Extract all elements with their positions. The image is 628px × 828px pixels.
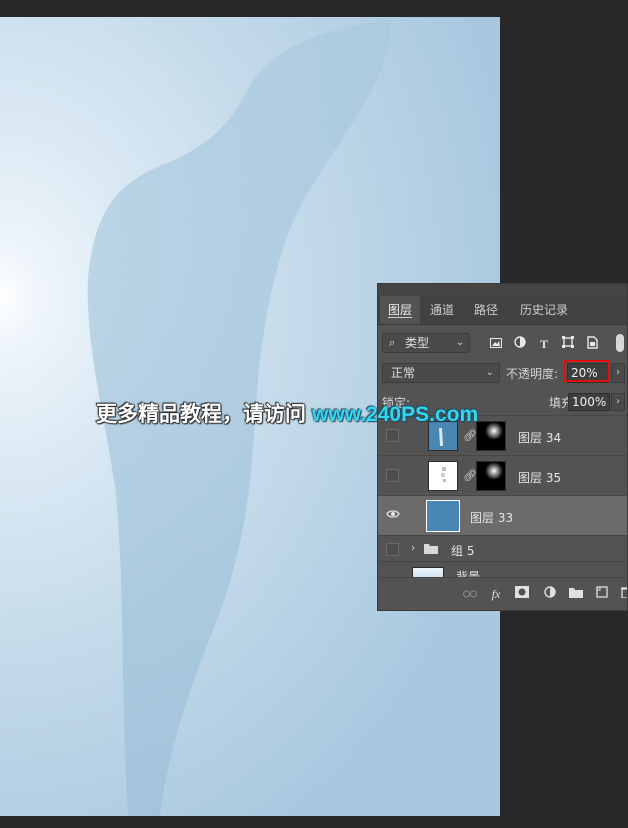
image-icon[interactable] [488,336,504,352]
layer-name: 图层 35 [518,471,562,485]
link-chain-icon[interactable]: 🔗︎ [463,469,477,483]
mask-icon[interactable] [514,586,530,602]
fx-icon[interactable]: fx [488,586,504,602]
search-icon: ⌕ [389,336,396,349]
layer-mask-thumbnail[interactable] [476,461,506,491]
panel-grip[interactable] [378,284,627,296]
layer-name: 图层 33 [470,511,514,525]
opacity-label: 不透明度: [506,367,559,381]
link-icon[interactable] [462,586,478,602]
adjustment-layer-icon[interactable] [542,586,558,602]
visibility-toggle[interactable] [386,543,399,556]
filter-type-label: 类型 [405,336,430,350]
tab-layers[interactable]: 图层 [380,296,420,324]
tab-layers-label: 图层 [387,303,412,318]
trash-icon[interactable] [618,586,627,602]
visibility-toggle[interactable] [386,469,399,482]
adjustment-icon[interactable] [512,336,528,352]
chevron-down-icon: ⌄ [455,337,464,348]
eye-icon[interactable] [386,509,400,523]
panel-footer: fx [378,577,627,610]
watermark: 更多精品教程，请访问 www.240PS.com [95,398,479,428]
chevron-down-icon: ⌄ [485,367,494,378]
fill-input[interactable]: 100% [568,393,610,411]
blend-mode-value: 正常 [391,366,416,380]
layers-panel: 图层 通道 路径 历史记录 ⌕ 类型 ⌄ T 正常 ⌄ 不透明度: 20% › … [377,283,628,611]
layer-row-group-5[interactable]: › 组 5 [378,535,627,561]
chevron-right-icon[interactable]: › [411,541,415,554]
layer-row-33[interactable]: 图层 33 [378,495,627,535]
type-icon[interactable]: T [536,336,552,352]
panel-tabs: 图层 通道 路径 历史记录 [378,296,627,325]
tab-paths-label: 路径 [473,303,498,317]
folder-icon [424,543,438,557]
tab-channels-label: 通道 [429,303,454,317]
tab-history-label: 历史记录 [519,303,568,317]
visibility-toggle[interactable] [386,429,399,442]
filter-type-dropdown[interactable]: ⌕ 类型 ⌄ [382,333,470,353]
new-layer-icon[interactable] [594,586,610,602]
watermark-text: 更多精品教程，请访问 [95,401,306,426]
opacity-slider-button[interactable]: › [611,363,625,383]
link-chain-icon[interactable]: 🔗︎ [463,429,477,443]
watermark-url: www.240PS.com [312,403,479,426]
layer-row-35[interactable]: 🔗︎ 图层 35 [378,455,627,495]
layer-thumbnail [428,461,458,491]
layer-mask-thumbnail[interactable] [476,421,506,451]
fill-slider-button[interactable]: › [611,393,625,411]
filter-toggle[interactable] [616,334,624,352]
layer-thumbnail [426,500,460,532]
smart-object-icon[interactable] [584,336,600,352]
layer-name: 组 5 [451,544,475,558]
tab-paths[interactable]: 路径 [466,296,506,324]
layer-name: 图层 34 [518,431,562,445]
tab-channels[interactable]: 通道 [422,296,462,324]
shape-icon[interactable] [560,336,576,352]
tab-history[interactable]: 历史记录 [510,296,578,324]
group-folder-icon[interactable] [568,586,584,602]
opacity-highlight-box [564,360,610,382]
blend-mode-dropdown[interactable]: 正常 ⌄ [382,363,500,383]
